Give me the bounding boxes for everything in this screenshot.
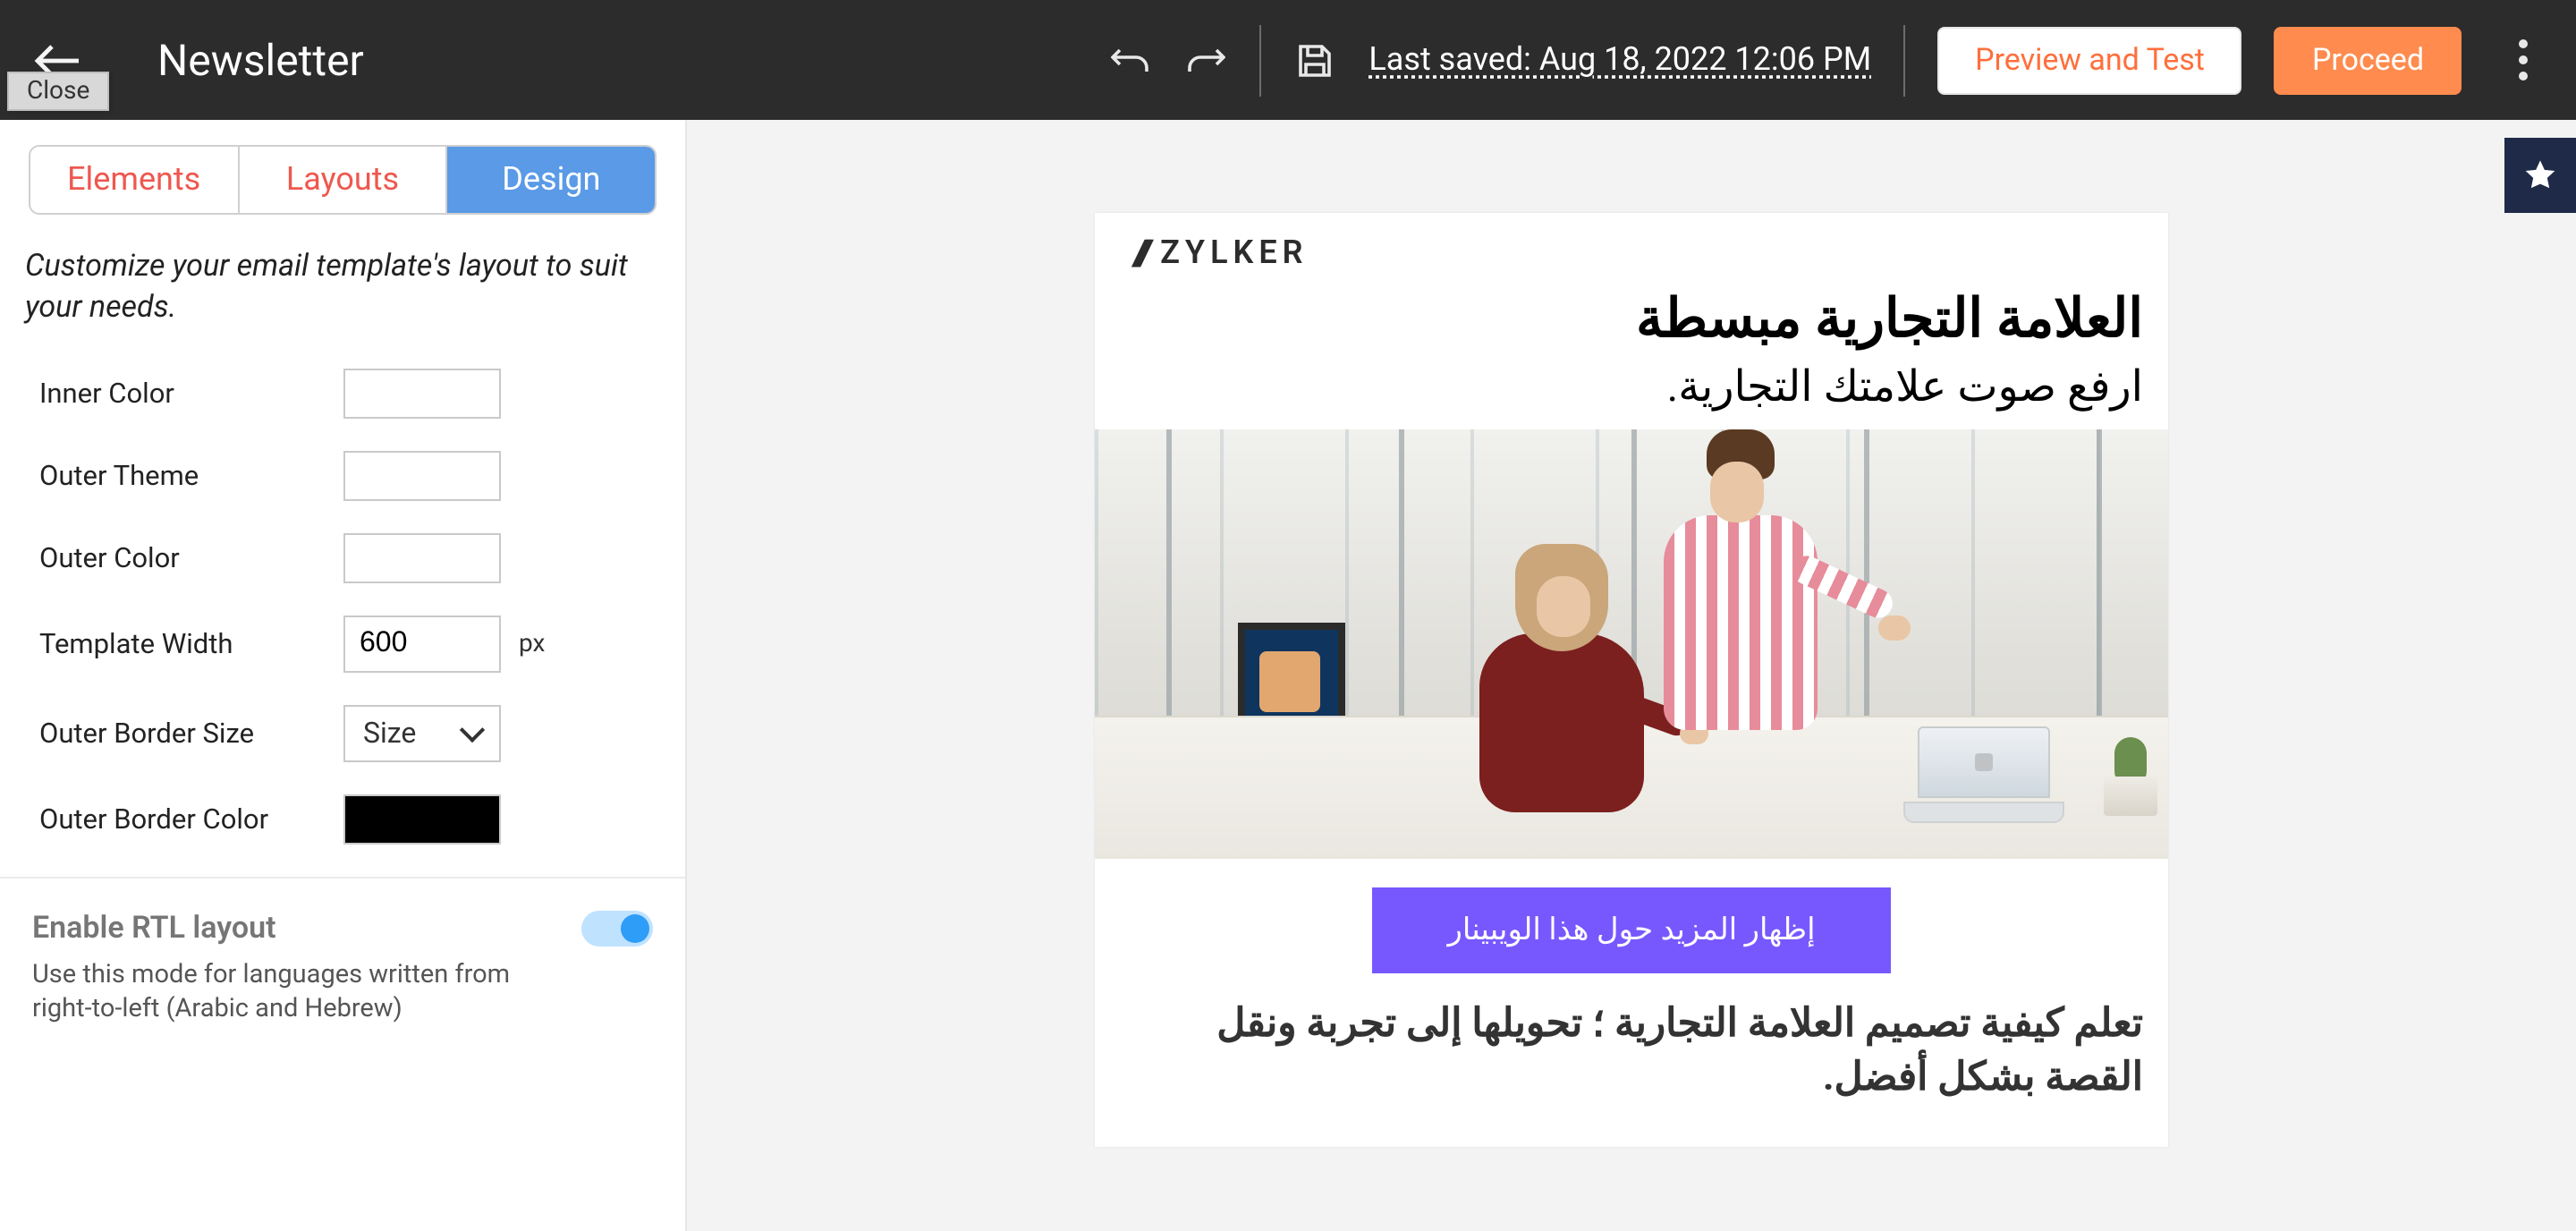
outer-border-size-select[interactable]: Size	[343, 705, 501, 762]
template-width-input[interactable]	[343, 616, 501, 673]
sidebar: Elements Layouts Design Customize your e…	[0, 120, 687, 1231]
brand-logo: /// ZYLKER	[1095, 213, 2168, 284]
label-template-width: Template Width	[39, 628, 343, 660]
label-outer-color: Outer Color	[39, 542, 343, 574]
tab-elements[interactable]: Elements	[30, 147, 237, 213]
outer-border-color-swatch[interactable]	[343, 794, 501, 845]
app-header: Close Newsletter Last saved: Aug 18, 202…	[0, 0, 2576, 120]
canvas-area: /// ZYLKER العلامة التجارية مبسطة ارفع ص…	[687, 120, 2576, 1231]
outer-border-size-value: Size	[363, 717, 416, 751]
tab-design[interactable]: Design	[446, 147, 655, 213]
save-icon[interactable]	[1293, 38, 1336, 81]
label-outer-border-size: Outer Border Size	[39, 717, 343, 750]
sidebar-tabs: Elements Layouts Design	[29, 145, 657, 215]
rtl-toggle[interactable]	[581, 911, 653, 947]
rtl-title: Enable RTL layout	[32, 911, 276, 947]
undo-icon[interactable]	[1109, 38, 1152, 81]
label-outer-border-color: Outer Border Color	[39, 803, 343, 836]
prop-outer-theme: Outer Theme	[39, 451, 646, 501]
brand-name: ZYLKER	[1160, 233, 1308, 271]
inner-color-swatch[interactable]	[343, 369, 501, 419]
logo-mark-icon: ///	[1134, 231, 1146, 274]
template-width-unit: px	[519, 630, 545, 658]
header-actions: Last saved: Aug 18, 2022 12:06 PM Previe…	[1109, 24, 2544, 96]
page-title: Newsletter	[157, 35, 364, 85]
prop-inner-color: Inner Color	[39, 369, 646, 419]
last-saved-text[interactable]: Last saved: Aug 18, 2022 12:06 PM	[1368, 41, 1871, 79]
divider	[1903, 24, 1905, 96]
section-divider	[0, 877, 685, 879]
label-inner-color: Inner Color	[39, 378, 343, 410]
label-outer-theme: Outer Theme	[39, 460, 343, 492]
close-tooltip: Close	[7, 72, 109, 111]
tab-layouts[interactable]: Layouts	[237, 147, 445, 213]
design-description: Customize your email template's layout t…	[25, 247, 660, 329]
hero-image[interactable]	[1095, 429, 2168, 858]
divider	[1259, 24, 1261, 96]
main-area: Elements Layouts Design Customize your e…	[0, 120, 2576, 1231]
hero-subtitle[interactable]: ارفع صوت علامتك التجارية.	[1095, 361, 2168, 429]
more-menu-icon[interactable]	[2501, 39, 2544, 81]
email-canvas[interactable]: /// ZYLKER العلامة التجارية مبسطة ارفع ص…	[1095, 213, 2168, 1147]
cta-button[interactable]: إظهار المزيد حول هذا الويبينار	[1372, 887, 1891, 972]
outer-theme-swatch[interactable]	[343, 451, 501, 501]
redo-icon[interactable]	[1184, 38, 1227, 81]
rtl-row: Enable RTL layout	[32, 911, 653, 947]
proceed-button[interactable]: Proceed	[2275, 26, 2462, 94]
chevron-down-icon	[460, 717, 485, 743]
hero-title[interactable]: العلامة التجارية مبسطة	[1095, 284, 2168, 361]
favorites-tab[interactable]	[2504, 138, 2576, 213]
preview-and-test-button[interactable]: Preview and Test	[1937, 26, 2242, 94]
outer-color-swatch[interactable]	[343, 533, 501, 583]
prop-outer-color: Outer Color	[39, 533, 646, 583]
prop-outer-border-color: Outer Border Color	[39, 794, 646, 845]
prop-template-width: Template Width px	[39, 616, 646, 673]
prop-outer-border-size: Outer Border Size Size	[39, 705, 646, 762]
body-copy[interactable]: تعلم كيفية تصميم العلامة التجارية ؛ تحوي…	[1095, 994, 2168, 1147]
rtl-help-text: Use this mode for languages written from…	[32, 957, 535, 1027]
